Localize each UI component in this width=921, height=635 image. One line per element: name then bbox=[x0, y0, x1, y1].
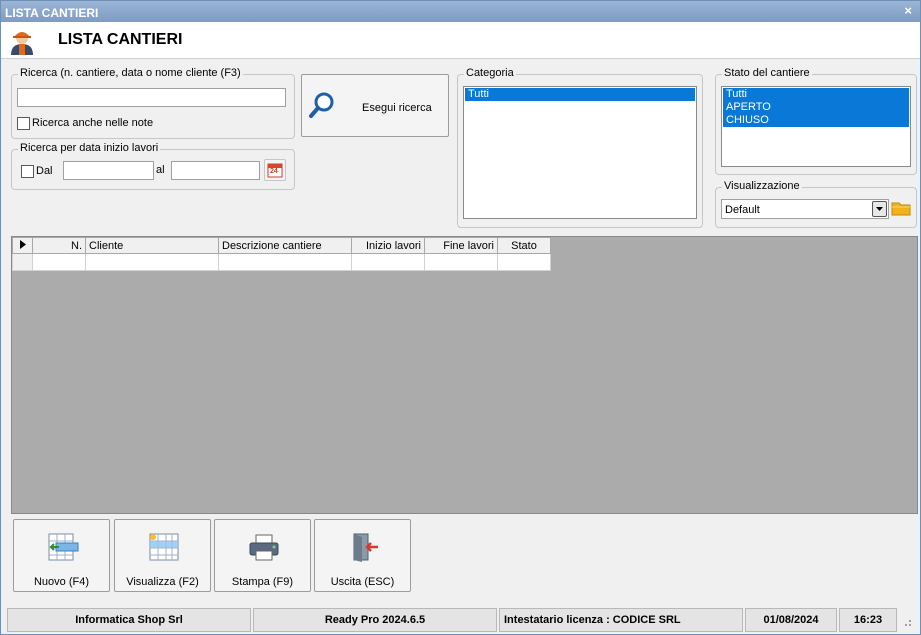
column-header[interactable]: N. bbox=[32, 237, 86, 254]
date-from-input[interactable] bbox=[63, 161, 154, 180]
close-icon[interactable]: × bbox=[904, 3, 912, 18]
state-legend: Stato del cantiere bbox=[722, 67, 812, 79]
table-row[interactable] bbox=[12, 253, 551, 271]
column-header[interactable]: Descrizione cantiere bbox=[218, 237, 352, 254]
column-header[interactable]: Fine lavori bbox=[424, 237, 498, 254]
exit-door-icon bbox=[353, 533, 378, 562]
view-button-label: Visualizza (F2) bbox=[126, 576, 199, 588]
category-list[interactable]: Tutti bbox=[463, 86, 697, 219]
construction-worker-icon bbox=[11, 32, 33, 55]
exit-button[interactable]: Uscita (ESC) bbox=[314, 519, 411, 592]
exit-button-label: Uscita (ESC) bbox=[330, 576, 395, 588]
category-item-tutti[interactable]: Tutti bbox=[465, 88, 695, 101]
column-header[interactable]: Stato bbox=[497, 237, 551, 254]
status-company: Informatica Shop Srl bbox=[7, 608, 251, 632]
status-time: 16:23 bbox=[839, 608, 897, 632]
state-list[interactable]: Tutti APERTO CHIUSO bbox=[721, 86, 911, 167]
search-button-label: Esegui ricerca bbox=[362, 102, 432, 114]
calendar-day: 24 bbox=[270, 168, 278, 175]
search-legend: Ricerca (n. cantiere, data o nome client… bbox=[18, 67, 243, 79]
cantieri-grid[interactable]: N. Cliente Descrizione cantiere Inizio l… bbox=[11, 236, 918, 514]
category-legend: Categoria bbox=[464, 67, 516, 79]
search-notes-checkbox[interactable] bbox=[17, 117, 30, 130]
date-to-input[interactable] bbox=[171, 161, 260, 180]
state-item-aperto[interactable]: APERTO bbox=[723, 101, 909, 114]
state-item-chiuso[interactable]: CHIUSO bbox=[723, 114, 909, 127]
view-record-icon bbox=[149, 533, 179, 561]
view-legend: Visualizzazione bbox=[722, 180, 802, 192]
resize-grip-icon[interactable] bbox=[901, 616, 913, 628]
date-to-label: al bbox=[156, 164, 165, 176]
search-notes-label: Ricerca anche nelle note bbox=[32, 117, 154, 129]
page-title: LISTA CANTIERI bbox=[58, 31, 183, 48]
search-input[interactable] bbox=[17, 88, 286, 107]
state-item-tutti[interactable]: Tutti bbox=[723, 88, 909, 101]
view-folder-button[interactable] bbox=[891, 198, 911, 219]
column-header[interactable]: Inizio lavori bbox=[351, 237, 425, 254]
new-button-label: Nuovo (F4) bbox=[33, 576, 90, 588]
view-button[interactable]: Visualizza (F2) bbox=[114, 519, 211, 592]
date-from-checkbox[interactable] bbox=[21, 165, 34, 178]
grid-table: N. Cliente Descrizione cantiere Inizio l… bbox=[12, 237, 551, 271]
folder-icon bbox=[891, 202, 911, 216]
new-button[interactable]: Nuovo (F4) bbox=[13, 519, 110, 592]
print-button-label: Stampa (F9) bbox=[231, 576, 294, 588]
page-header: LISTA CANTIERI bbox=[1, 22, 920, 59]
date-from-label: Dal bbox=[36, 165, 53, 177]
new-record-icon bbox=[48, 533, 79, 561]
date-search-legend: Ricerca per data inizio lavori bbox=[18, 142, 161, 154]
grid-header-row: N. Cliente Descrizione cantiere Inizio l… bbox=[12, 237, 551, 254]
status-version: Ready Pro 2024.6.5 bbox=[253, 608, 497, 632]
status-date: 01/08/2024 bbox=[745, 608, 837, 632]
search-button[interactable]: Esegui ricerca bbox=[301, 74, 449, 137]
view-selected-value: Default bbox=[725, 204, 760, 216]
title-bar[interactable]: LISTA CANTIERI × bbox=[1, 1, 920, 22]
view-select[interactable]: Default bbox=[721, 199, 889, 219]
chevron-down-icon[interactable] bbox=[872, 201, 887, 217]
printer-icon bbox=[249, 534, 279, 561]
row-indicator-header bbox=[12, 237, 33, 254]
window-title: LISTA CANTIERI bbox=[5, 6, 99, 20]
column-header[interactable]: Cliente bbox=[85, 237, 219, 254]
calendar-button[interactable]: 24 bbox=[264, 159, 286, 181]
status-license: Intestatario licenza : CODICE SRL bbox=[499, 608, 743, 632]
magnifier-icon bbox=[309, 92, 334, 118]
main-window: LISTA CANTIERI × LISTA CANTIERI Ricerca … bbox=[0, 0, 921, 635]
print-button[interactable]: Stampa (F9) bbox=[214, 519, 311, 592]
